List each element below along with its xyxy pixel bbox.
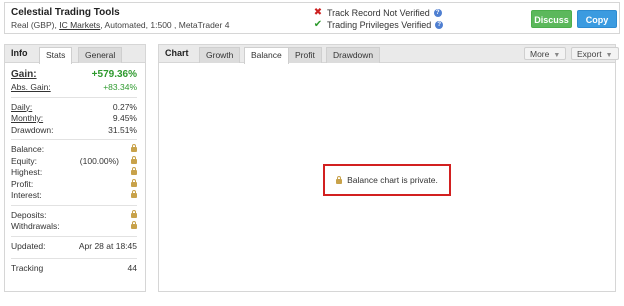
lock-icon xyxy=(336,176,343,184)
drawdown-row: Drawdown: 31.51% xyxy=(11,125,137,137)
system-header: Celestial Trading Tools Real (GBP), IC M… xyxy=(4,2,620,34)
private-message: Balance chart is private. xyxy=(347,175,438,185)
gain-label[interactable]: Gain: xyxy=(11,69,37,80)
privileges-label: Trading Privileges Verified xyxy=(327,19,432,30)
lock-icon xyxy=(131,221,137,231)
daily-value: 0.27% xyxy=(112,101,137,112)
private-chart-notice: Balance chart is private. xyxy=(323,164,451,196)
highest-row: Highest: xyxy=(11,167,137,179)
equity-row: Equity: (100.00%) xyxy=(11,155,137,168)
tracking-label: Tracking xyxy=(11,262,44,273)
interest-row: Interest: xyxy=(11,190,137,202)
more-label: More xyxy=(530,49,550,59)
tab-growth[interactable]: Growth xyxy=(199,47,241,63)
updated-value: Apr 28 at 18:45 xyxy=(78,240,137,251)
equity-label: Equity: xyxy=(11,155,37,166)
discuss-button[interactable]: Discuss xyxy=(531,10,572,28)
tab-profit[interactable]: Profit xyxy=(288,47,322,63)
balance-label: Balance: xyxy=(11,144,45,154)
info-title: Info xyxy=(11,48,28,58)
privileges-status: ✔ Trading Privileges Verified ? xyxy=(313,19,444,30)
equity-percent: (100.00%) xyxy=(79,155,119,166)
chevron-down-icon: ▼ xyxy=(553,52,561,59)
account-details: , Automated, 1:500 , MetaTrader 4 xyxy=(100,20,230,30)
tracking-value: 44 xyxy=(127,262,137,273)
gain-value: +579.36% xyxy=(91,69,137,80)
export-label: Export xyxy=(577,49,602,59)
daily-label[interactable]: Daily: xyxy=(11,102,32,112)
info-panel: Info Stats General Gain: +579.36% Abs. G… xyxy=(4,44,146,292)
divider xyxy=(11,139,137,140)
lock-icon xyxy=(131,209,137,220)
drawdown-label: Drawdown: xyxy=(11,124,54,135)
updated-row: Updated: Apr 28 at 18:45 xyxy=(11,241,137,255)
divider xyxy=(11,204,137,206)
monthly-label[interactable]: Monthly: xyxy=(11,113,43,123)
withdrawals-label: Withdrawals: xyxy=(11,221,60,231)
help-icon[interactable]: ? xyxy=(433,8,442,17)
lock-icon xyxy=(131,144,137,154)
system-title: Celestial Trading Tools xyxy=(11,7,120,18)
copy-button[interactable]: Copy xyxy=(577,10,617,28)
divider xyxy=(11,257,137,259)
highest-label: Highest: xyxy=(11,167,43,177)
lock-icon xyxy=(131,190,137,200)
monthly-row: Monthly: 9.45% xyxy=(11,113,137,125)
account-type: Real (GBP), xyxy=(11,20,57,30)
lock-icon xyxy=(131,167,137,177)
withdrawals-row: Withdrawals: xyxy=(11,221,137,233)
stats-list: Gain: +579.36% Abs. Gain: +83.34% Daily:… xyxy=(11,69,137,274)
monthly-value: 9.45% xyxy=(112,113,137,123)
lock-icon xyxy=(131,155,137,166)
lock-icon xyxy=(131,178,137,189)
deposits-label: Deposits: xyxy=(11,209,47,220)
tab-stats[interactable]: Stats xyxy=(39,47,73,64)
broker-link[interactable]: IC Markets xyxy=(59,20,100,30)
account-info: Real (GBP), IC Markets, Automated, 1:500… xyxy=(11,20,229,30)
abs-gain-label[interactable]: Abs. Gain: xyxy=(11,82,51,92)
export-dropdown[interactable]: Export ▼ xyxy=(571,47,619,60)
divider xyxy=(11,96,137,98)
tab-drawdown[interactable]: Drawdown xyxy=(326,47,381,63)
more-dropdown[interactable]: More ▼ xyxy=(524,47,567,60)
profit-label: Profit: xyxy=(11,178,34,189)
tracking-row: Tracking 44 xyxy=(11,263,137,275)
balance-row: Balance: xyxy=(11,144,137,156)
help-icon[interactable]: ? xyxy=(435,20,444,29)
deposits-row: Deposits: xyxy=(11,209,137,222)
divider xyxy=(11,235,137,237)
chart-title: Chart xyxy=(165,48,189,58)
interest-label: Interest: xyxy=(11,190,42,200)
updated-label: Updated: xyxy=(11,240,46,251)
tab-general[interactable]: General xyxy=(78,47,123,63)
tab-balance[interactable]: Balance xyxy=(244,47,289,64)
info-tabbar: Info Stats General xyxy=(5,45,145,64)
profit-row: Profit: xyxy=(11,178,137,191)
x-icon: ✖ xyxy=(313,7,323,18)
abs-gain-value: +83.34% xyxy=(103,82,137,92)
track-record-status: ✖ Track Record Not Verified ? xyxy=(313,7,442,18)
drawdown-value: 31.51% xyxy=(108,124,137,135)
chart-tabbar: Chart Growth Balance Profit Drawdown Mor… xyxy=(159,45,619,64)
gain-row: Gain: +579.36% xyxy=(11,69,137,82)
chevron-down-icon: ▼ xyxy=(605,52,613,59)
daily-row: Daily: 0.27% xyxy=(11,102,137,114)
abs-gain-row: Abs. Gain: +83.34% xyxy=(11,82,137,94)
track-record-label: Track Record Not Verified xyxy=(327,7,430,18)
check-icon: ✔ xyxy=(313,19,323,30)
chart-panel: Chart Growth Balance Profit Drawdown Mor… xyxy=(158,44,619,292)
